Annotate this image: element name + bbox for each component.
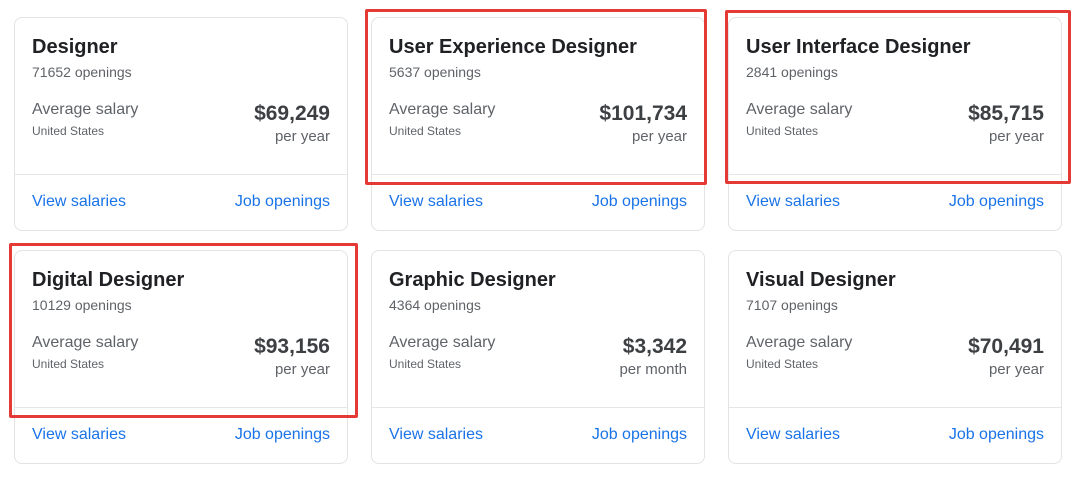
salary-amount: $69,249 bbox=[254, 102, 330, 125]
openings-count: 5637 openings bbox=[389, 64, 481, 80]
job-openings-link[interactable]: Job openings bbox=[949, 193, 1044, 211]
salary-card-graphic-designer: Graphic Designer 4364 openings Average s… bbox=[371, 250, 705, 464]
openings-count: 4364 openings bbox=[389, 297, 481, 313]
job-openings-link[interactable]: Job openings bbox=[592, 426, 687, 444]
average-salary-label: Average salary bbox=[389, 334, 496, 351]
job-title: Digital Designer bbox=[32, 269, 185, 291]
job-openings-link[interactable]: Job openings bbox=[235, 193, 330, 211]
salary-period: per year bbox=[988, 361, 1044, 378]
card-summary: Digital Designer 10129 openings Average … bbox=[15, 251, 347, 408]
salary-period: per month bbox=[619, 361, 687, 378]
job-title: Designer bbox=[32, 36, 118, 58]
country-label: United States bbox=[746, 124, 819, 138]
average-salary-label: Average salary bbox=[32, 101, 139, 118]
openings-count: 10129 openings bbox=[32, 297, 132, 313]
job-title: Visual Designer bbox=[746, 269, 896, 291]
openings-count: 2841 openings bbox=[746, 64, 838, 80]
salary-period: per year bbox=[274, 361, 330, 378]
view-salaries-link[interactable]: View salaries bbox=[389, 426, 483, 444]
salary-card-user-experience-designer: User Experience Designer 5637 openings A… bbox=[371, 17, 705, 231]
card-summary: User Experience Designer 5637 openings A… bbox=[372, 18, 704, 175]
salary-card-digital-designer: Digital Designer 10129 openings Average … bbox=[14, 250, 348, 464]
openings-count: 7107 openings bbox=[746, 297, 838, 313]
average-salary-label: Average salary bbox=[746, 101, 853, 118]
view-salaries-link[interactable]: View salaries bbox=[746, 193, 840, 211]
salary-period: per year bbox=[988, 128, 1044, 145]
openings-count: 71652 openings bbox=[32, 64, 132, 80]
country-label: United States bbox=[32, 124, 105, 138]
country-label: United States bbox=[389, 357, 462, 371]
country-label: United States bbox=[746, 357, 819, 371]
job-openings-link[interactable]: Job openings bbox=[235, 426, 330, 444]
card-summary: Designer 71652 openings Average salary U… bbox=[15, 18, 347, 175]
salary-amount: $3,342 bbox=[622, 335, 687, 358]
salary-period: per year bbox=[274, 128, 330, 145]
view-salaries-link[interactable]: View salaries bbox=[32, 426, 126, 444]
average-salary-label: Average salary bbox=[746, 334, 853, 351]
salary-card-designer: Designer 71652 openings Average salary U… bbox=[14, 17, 348, 231]
card-summary: Graphic Designer 4364 openings Average s… bbox=[372, 251, 704, 408]
average-salary-label: Average salary bbox=[389, 101, 496, 118]
average-salary-label: Average salary bbox=[32, 334, 139, 351]
job-openings-link[interactable]: Job openings bbox=[592, 193, 687, 211]
job-title: User Experience Designer bbox=[389, 36, 637, 58]
view-salaries-link[interactable]: View salaries bbox=[32, 193, 126, 211]
country-label: United States bbox=[32, 357, 105, 371]
view-salaries-link[interactable]: View salaries bbox=[746, 426, 840, 444]
salary-amount: $101,734 bbox=[599, 102, 687, 125]
salary-period: per year bbox=[631, 128, 687, 145]
card-summary: Visual Designer 7107 openings Average sa… bbox=[729, 251, 1061, 408]
salary-amount: $85,715 bbox=[968, 102, 1044, 125]
job-title: User Interface Designer bbox=[746, 36, 971, 58]
country-label: United States bbox=[389, 124, 462, 138]
salary-amount: $93,156 bbox=[254, 335, 330, 358]
card-summary: User Interface Designer 2841 openings Av… bbox=[729, 18, 1061, 175]
salary-amount: $70,491 bbox=[968, 335, 1044, 358]
salary-card-user-interface-designer: User Interface Designer 2841 openings Av… bbox=[728, 17, 1062, 231]
view-salaries-link[interactable]: View salaries bbox=[389, 193, 483, 211]
job-openings-link[interactable]: Job openings bbox=[949, 426, 1044, 444]
salary-card-visual-designer: Visual Designer 7107 openings Average sa… bbox=[728, 250, 1062, 464]
job-title: Graphic Designer bbox=[389, 269, 556, 291]
